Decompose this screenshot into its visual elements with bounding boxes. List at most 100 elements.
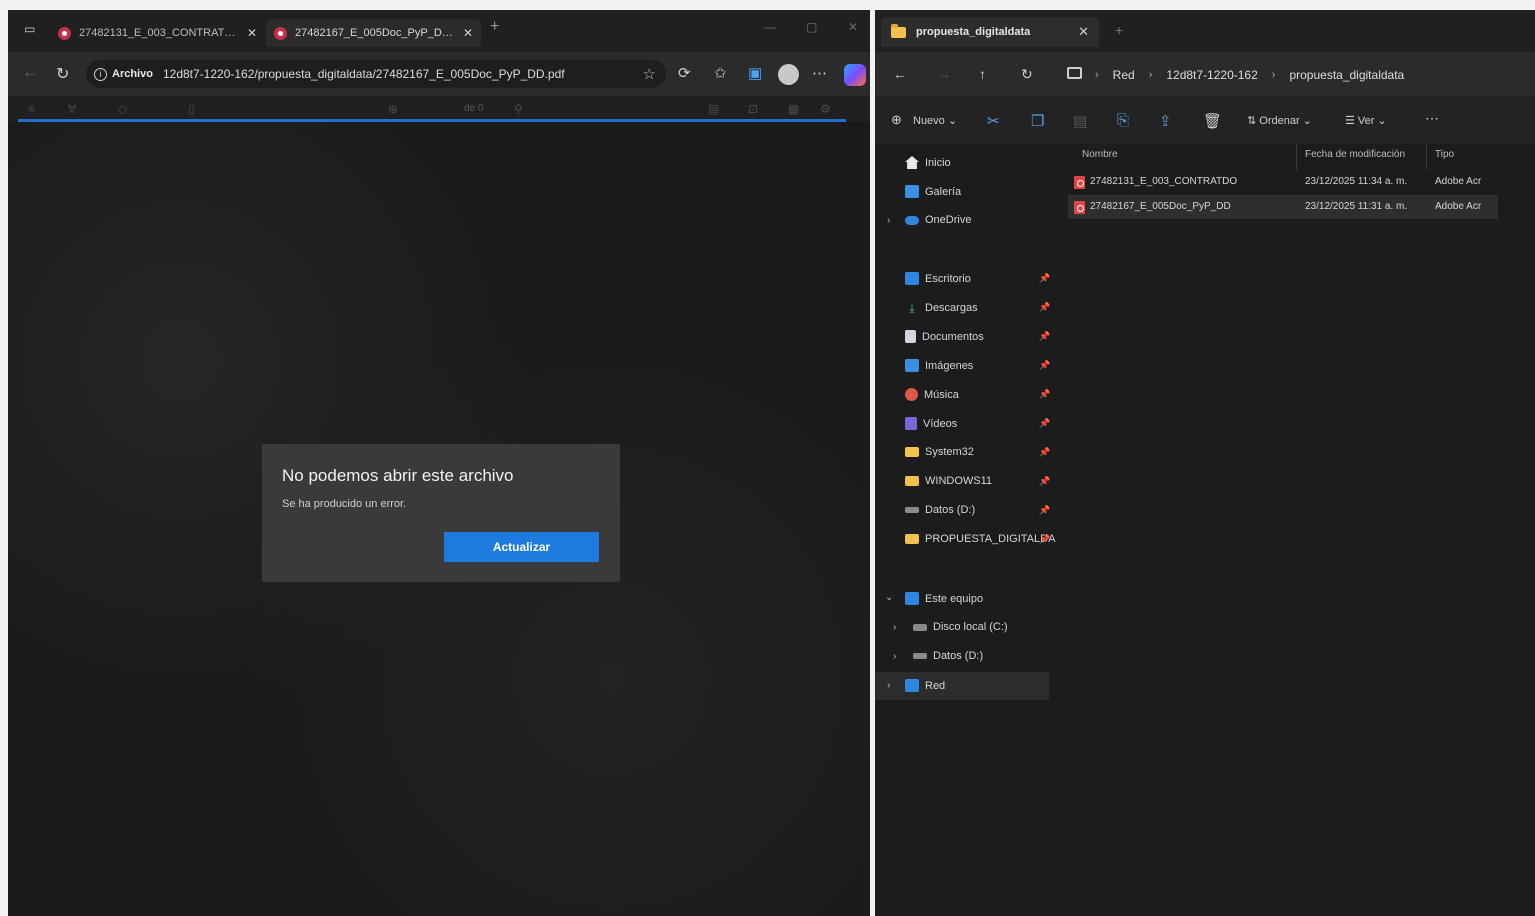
close-tab-icon[interactable]: ✕ bbox=[1078, 24, 1089, 40]
nav-item-disk-d[interactable]: Datos (D:) bbox=[913, 650, 983, 662]
nav-item-datos-pinned[interactable]: Datos (D:) bbox=[905, 504, 975, 516]
refresh-icon[interactable]: ↻ bbox=[56, 64, 69, 84]
nav-item-downloads[interactable]: ⤓ Descargas bbox=[905, 301, 978, 314]
pin-icon[interactable]: 📌 bbox=[1039, 360, 1050, 371]
pin-icon[interactable]: 📌 bbox=[1039, 302, 1050, 313]
nav-item-pictures[interactable]: Imágenes bbox=[905, 359, 973, 372]
up-icon[interactable]: ↑ bbox=[979, 66, 986, 82]
settings-icon[interactable]: ⚙ bbox=[820, 102, 831, 116]
zoom-icon[interactable]: ⊕ bbox=[388, 102, 398, 116]
expand-chevron-icon[interactable]: › bbox=[893, 622, 896, 633]
nav-label: System32 bbox=[925, 446, 974, 458]
back-icon[interactable]: ← bbox=[893, 66, 907, 82]
desktop-icon bbox=[905, 272, 919, 285]
nav-item-network[interactable]: Red bbox=[905, 679, 945, 692]
draw-icon[interactable]: ≡ bbox=[28, 102, 35, 116]
nav-item-this-pc[interactable]: Este equipo bbox=[905, 592, 983, 605]
close-tab-icon[interactable]: ✕ bbox=[247, 26, 257, 40]
copilot-icon[interactable] bbox=[844, 64, 866, 86]
save-as-icon[interactable]: ▦ bbox=[788, 102, 799, 116]
close-tab-icon[interactable]: ✕ bbox=[463, 26, 473, 40]
url-text: 12d8t7-1220-162/propuesta_digitaldata/27… bbox=[162, 67, 565, 81]
nav-item-videos[interactable]: Vídeos bbox=[905, 417, 957, 430]
nav-item-documents[interactable]: Documentos bbox=[905, 330, 984, 343]
column-divider[interactable] bbox=[1296, 144, 1297, 170]
videos-icon bbox=[905, 417, 917, 430]
file-row[interactable]: 27482131_E_003_CONTRATDO 23/12/2025 11:3… bbox=[1068, 170, 1498, 194]
nav-item-windows11[interactable]: WINDOWS11 bbox=[905, 475, 992, 487]
new-button[interactable]: Nuevo ⌄ bbox=[913, 114, 957, 127]
back-icon[interactable]: ← bbox=[22, 64, 38, 82]
share-icon[interactable]: ⇪ bbox=[1159, 112, 1172, 130]
new-plus-icon[interactable]: ⊕ bbox=[891, 112, 902, 128]
paste-icon[interactable]: ▤ bbox=[1073, 112, 1087, 130]
breadcrumb-red[interactable]: Red bbox=[1113, 68, 1135, 82]
nav-label: PROPUESTA_DIGITALDA bbox=[925, 533, 1056, 545]
text-icon[interactable]: ▯ bbox=[188, 102, 195, 116]
pin-icon[interactable]: 📌 bbox=[1039, 447, 1050, 458]
rename-icon[interactable]: ⎘ bbox=[1117, 112, 1129, 129]
print-icon[interactable]: ▤ bbox=[708, 102, 719, 116]
browser-tab-doc-pyp[interactable]: 27482167_E_005Doc_PyP_DD.pdf ✕ bbox=[266, 19, 482, 47]
pin-icon[interactable]: 📌 bbox=[1039, 389, 1050, 400]
nav-item-onedrive[interactable]: OneDrive bbox=[905, 214, 971, 226]
tab-actions-icon[interactable]: ▭ bbox=[24, 22, 35, 36]
pin-icon[interactable]: 📌 bbox=[1039, 505, 1050, 516]
nav-label: Vídeos bbox=[923, 417, 958, 430]
column-header-name[interactable]: Nombre bbox=[1082, 149, 1118, 160]
nav-item-disk-c[interactable]: Disco local (C:) bbox=[913, 621, 1008, 633]
file-row-selected[interactable]: 27482167_E_005Doc_PyP_DD 23/12/2025 11:3… bbox=[1068, 195, 1498, 219]
nav-label: Datos (D:) bbox=[925, 504, 976, 516]
refresh-icon[interactable]: ↻ bbox=[1021, 66, 1033, 83]
view-button[interactable]: ☰ Ver ⌄ bbox=[1345, 114, 1387, 127]
erase-icon[interactable]: ◇ bbox=[118, 102, 127, 116]
breadcrumb-host[interactable]: 12d8t7-1220-162 bbox=[1166, 68, 1257, 82]
forward-icon[interactable]: → bbox=[937, 66, 951, 82]
more-options-icon[interactable]: ⋯ bbox=[812, 64, 827, 82]
column-header-type[interactable]: Tipo bbox=[1435, 149, 1454, 160]
nav-item-home[interactable]: Inicio bbox=[905, 156, 951, 169]
save-icon[interactable]: ⊡ bbox=[748, 102, 758, 116]
nav-item-music[interactable]: Música bbox=[905, 388, 959, 401]
breadcrumb-folder[interactable]: propuesta_digitaldata bbox=[1289, 68, 1404, 82]
new-tab-icon[interactable]: + bbox=[490, 18, 499, 36]
expand-chevron-icon[interactable]: › bbox=[887, 215, 890, 226]
pin-icon[interactable]: 📌 bbox=[1039, 273, 1050, 284]
close-window-icon[interactable]: ✕ bbox=[848, 20, 858, 34]
collections-icon[interactable]: ▣ bbox=[748, 64, 762, 82]
address-bar[interactable]: i Archivo 12d8t7-1220-162/propuesta_digi… bbox=[86, 60, 666, 88]
pin-icon[interactable]: 📌 bbox=[1039, 331, 1050, 342]
pin-icon[interactable]: 📌 bbox=[1039, 418, 1050, 429]
expand-chevron-icon[interactable]: › bbox=[887, 680, 890, 691]
search-icon[interactable]: ⚲ bbox=[514, 102, 523, 116]
more-options-icon[interactable]: ⋯ bbox=[1425, 110, 1439, 127]
pin-icon[interactable]: 📌 bbox=[1039, 534, 1050, 545]
browser-tab-contrato[interactable]: 27482131_E_003_CONTRATDO.pdf ✕ bbox=[50, 19, 265, 47]
nav-item-propuesta[interactable]: PROPUESTA_DIGITALDA bbox=[905, 533, 1055, 545]
collapse-chevron-icon[interactable]: ⌄ bbox=[885, 592, 893, 603]
copy-icon[interactable]: ❐ bbox=[1031, 112, 1044, 130]
nav-item-desktop[interactable]: Escritorio bbox=[905, 272, 971, 285]
column-header-modified[interactable]: Fecha de modificación bbox=[1305, 149, 1405, 160]
profile-avatar-icon[interactable] bbox=[778, 64, 799, 85]
refresh-button[interactable]: Actualizar bbox=[444, 532, 599, 562]
explorer-tab[interactable]: propuesta_digitaldata ✕ bbox=[881, 17, 1099, 47]
nav-label: Descargas bbox=[925, 301, 978, 314]
info-icon[interactable]: i bbox=[94, 67, 107, 81]
sort-button[interactable]: ⇅ Ordenar ⌄ bbox=[1247, 114, 1312, 127]
pin-icon[interactable]: 📌 bbox=[1039, 476, 1050, 487]
delete-icon[interactable]: 🗑 bbox=[1203, 112, 1222, 130]
expand-chevron-icon[interactable]: › bbox=[893, 651, 896, 662]
nav-item-gallery[interactable]: Galería bbox=[905, 185, 961, 198]
favorite-star-icon[interactable]: ☆ bbox=[643, 65, 656, 83]
maximize-icon[interactable]: ▢ bbox=[806, 20, 817, 34]
column-divider[interactable] bbox=[1426, 144, 1427, 170]
minimize-icon[interactable]: — bbox=[764, 20, 776, 34]
nav-item-system32[interactable]: System32 bbox=[905, 446, 974, 458]
extensions-icon[interactable]: ⟳ bbox=[678, 64, 691, 82]
favorites-icon[interactable]: ✩ bbox=[714, 64, 727, 82]
cut-icon[interactable]: ✂ bbox=[987, 112, 1000, 130]
highlight-icon[interactable]: ∀ bbox=[68, 102, 76, 116]
new-tab-icon[interactable]: + bbox=[1115, 22, 1123, 38]
breadcrumb[interactable]: › Red › 12d8t7-1220-162 › propuesta_digi… bbox=[1095, 68, 1404, 82]
